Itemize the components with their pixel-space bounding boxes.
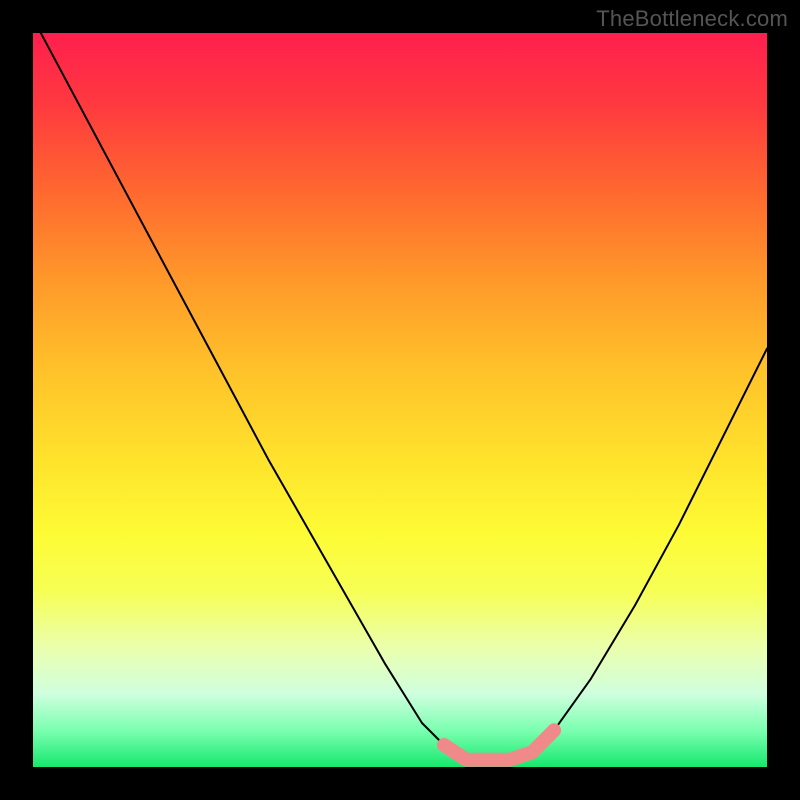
chart-frame: TheBottleneck.com xyxy=(0,0,800,800)
plot-area xyxy=(33,33,767,767)
watermark-text: TheBottleneck.com xyxy=(596,6,788,32)
optimum-highlight xyxy=(444,730,554,759)
bottleneck-curve-line xyxy=(33,18,767,759)
curve-layer xyxy=(33,33,767,767)
